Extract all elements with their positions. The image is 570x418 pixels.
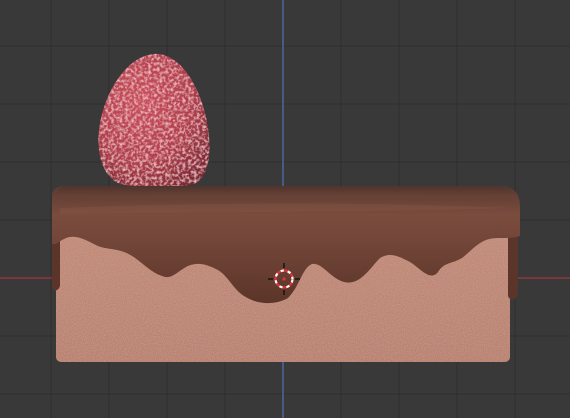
strawberry-object[interactable] bbox=[98, 53, 210, 188]
3d-viewport[interactable] bbox=[0, 0, 570, 418]
viewport-canvas[interactable] bbox=[0, 0, 570, 418]
